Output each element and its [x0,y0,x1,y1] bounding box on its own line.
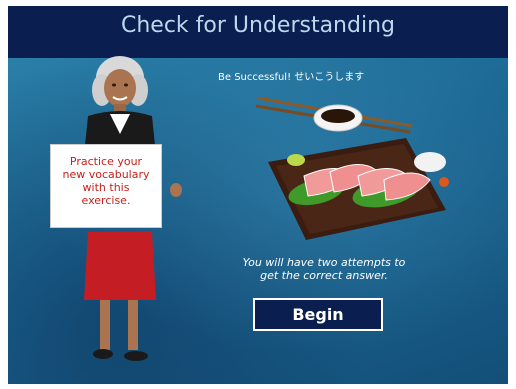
practice-sign: Practice your new vocabulary with this e… [50,144,162,228]
skirt-shape [84,232,156,300]
wasabi [287,154,305,166]
slide-frame: Check for Understanding Be Successful! せ… [8,6,508,384]
face-shape [104,69,136,107]
sign-line: with this [82,181,130,194]
sign-line: new vocabulary [62,168,150,181]
attempts-message: You will have two attempts to get the co… [214,256,434,282]
tagline: Be Successful! せいこうします [218,72,365,83]
page-title: Check for Understanding [8,6,508,58]
sushi-illustration [255,96,449,240]
radish-garnish [414,152,446,172]
sign-line: exercise. [81,194,131,207]
begin-button[interactable]: Begin [253,298,383,331]
sign-line: Practice your [69,155,143,168]
attempts-line: You will have two attempts to [242,256,406,269]
attempts-line: get the correct answer. [260,269,388,282]
